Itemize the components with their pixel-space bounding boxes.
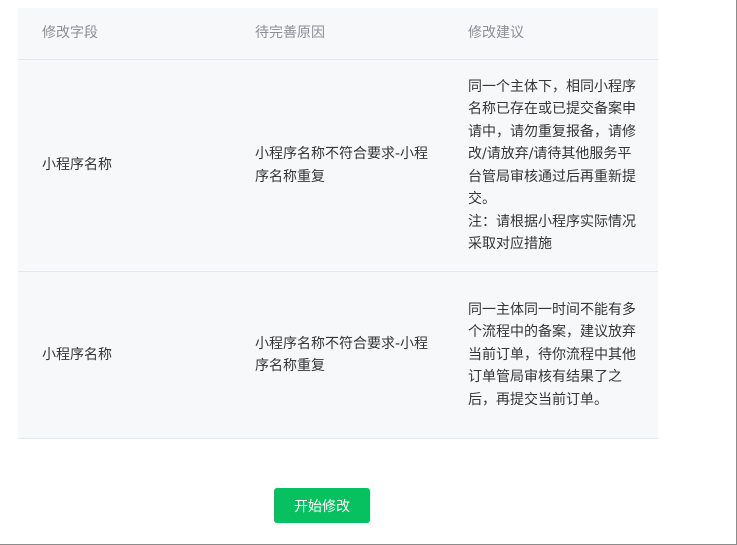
cell-field: 小程序名称	[18, 272, 231, 438]
cell-field: 小程序名称	[18, 60, 231, 271]
field-text: 小程序名称	[42, 346, 112, 363]
reason-text: 小程序名称不符合要求-小程序名称重复	[255, 335, 429, 375]
page-frame: 修改字段 待完善原因 修改建议 小程序名称 小程序名称不符合要求-小程序名称重复…	[0, 0, 737, 545]
header-reason: 待完善原因	[255, 25, 325, 42]
suggestion-text: 同一主体同一时间不能有多个流程中的备案，建议放弃当前订单，待你流程中其他订单管局…	[468, 301, 636, 408]
cell-reason: 小程序名称不符合要求-小程序名称重复	[231, 272, 444, 438]
suggestion-text: 同一个主体下，相同小程序名称已存在或已提交备案申请中，请勿重复报备，请修改/请放…	[468, 78, 636, 208]
start-edit-button[interactable]: 开始修改	[274, 488, 370, 523]
revision-table: 修改字段 待完善原因 修改建议 小程序名称 小程序名称不符合要求-小程序名称重复…	[18, 8, 658, 439]
table-row: 小程序名称 小程序名称不符合要求-小程序名称重复 同一主体同一时间不能有多个流程…	[18, 272, 658, 439]
cell-reason: 小程序名称不符合要求-小程序名称重复	[231, 60, 444, 271]
cell-suggestion: 同一个主体下，相同小程序名称已存在或已提交备案申请中，请勿重复报备，请修改/请放…	[444, 60, 658, 271]
header-field: 修改字段	[42, 25, 98, 42]
cell-suggestion: 同一主体同一时间不能有多个流程中的备案，建议放弃当前订单，待你流程中其他订单管局…	[444, 272, 658, 438]
reason-text: 小程序名称不符合要求-小程序名称重复	[255, 146, 429, 185]
table-row: 小程序名称 小程序名称不符合要求-小程序名称重复 同一个主体下，相同小程序名称已…	[18, 60, 658, 272]
suggestion-note: 注：请根据小程序实际情况采取对应措施	[468, 213, 636, 253]
header-suggestion: 修改建议	[468, 25, 524, 42]
table-header: 修改字段 待完善原因 修改建议	[18, 8, 658, 60]
field-text: 小程序名称	[42, 157, 112, 174]
